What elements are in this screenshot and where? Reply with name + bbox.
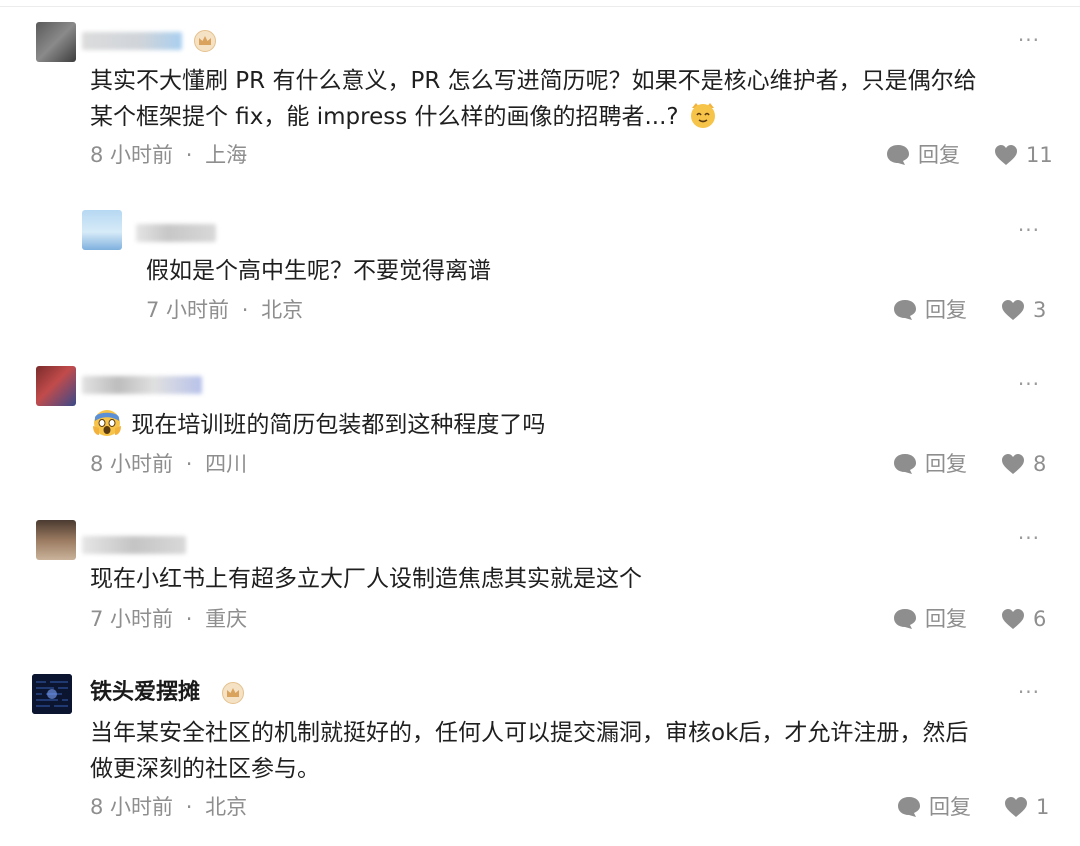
- more-dots-icon[interactable]: ···: [1018, 374, 1040, 394]
- crown-badge-icon: [194, 30, 216, 52]
- separator: ·: [241, 298, 249, 322]
- separator: ·: [185, 452, 193, 476]
- comment-bubble-icon: [894, 609, 916, 629]
- comment-text-span: 现在培训班的简历包装都到这种程度了吗: [131, 412, 546, 438]
- heart-icon: [1002, 454, 1024, 474]
- comment-text: 现在小红书上有超多立大厂人设制造焦虑其实就是这个: [90, 566, 642, 592]
- like-button[interactable]: 3: [1001, 295, 1046, 325]
- comment-text-line2: 做更深刻的社区参与。: [90, 756, 320, 782]
- reply-label: 回复: [925, 298, 967, 322]
- comment-bubble-icon: [898, 797, 920, 817]
- comment-bubble-icon: [894, 300, 916, 320]
- separator: ·: [185, 143, 193, 167]
- username-blurred[interactable]: [82, 32, 182, 50]
- top-divider: [0, 6, 1080, 7]
- avatar[interactable]: [32, 674, 72, 714]
- location: 北京: [261, 298, 304, 322]
- timestamp: 8 小时前: [90, 452, 174, 476]
- location: 上海: [205, 143, 248, 167]
- avatar[interactable]: [82, 210, 122, 250]
- comment-meta: 8 小时前 · 北京: [90, 792, 247, 822]
- more-dots-icon[interactable]: ···: [1018, 220, 1040, 240]
- comment-bubble-icon: [887, 145, 909, 165]
- timestamp: 8 小时前: [90, 795, 174, 819]
- heart-icon: [1002, 609, 1024, 629]
- comment-text: 假如是个高中生呢？不要觉得离谱: [146, 258, 491, 284]
- reply-label: 回复: [925, 452, 967, 476]
- screaming-face-emoji-icon: [93, 410, 121, 436]
- username-blurred[interactable]: [136, 224, 216, 242]
- crown-badge-icon: [222, 682, 244, 704]
- reply-label: 回复: [925, 607, 967, 631]
- more-dots-icon[interactable]: ···: [1018, 30, 1040, 50]
- like-count: 8: [1033, 452, 1047, 476]
- more-dots-icon[interactable]: ···: [1018, 682, 1040, 702]
- more-dots-icon[interactable]: ···: [1018, 528, 1040, 548]
- comment-text: 当年某安全社区的机制就挺好的，任何人可以提交漏洞，审核ok后，才允许注册，然后: [90, 720, 969, 746]
- reply-label: 回复: [929, 795, 971, 819]
- location: 重庆: [205, 607, 248, 631]
- location: 北京: [205, 795, 248, 819]
- username[interactable]: 铁头爱摆摊: [90, 678, 200, 708]
- comment-text-span: 某个框架提个 fix，能 impress 什么样的画像的招聘者...?: [90, 104, 679, 130]
- comment-text: 其实不大懂刷 PR 有什么意义，PR 怎么写进简历呢？如果不是核心维护者，只是偶…: [90, 68, 977, 94]
- avatar[interactable]: [36, 520, 76, 560]
- like-count: 11: [1026, 143, 1053, 167]
- avatar[interactable]: [36, 22, 76, 62]
- reply-button[interactable]: 回复: [886, 140, 960, 170]
- avatar[interactable]: [36, 366, 76, 406]
- comment-text: 现在培训班的简历包装都到这种程度了吗: [90, 406, 545, 444]
- username-blurred[interactable]: [82, 536, 186, 554]
- heart-icon: [1005, 797, 1027, 817]
- reply-button[interactable]: 回复: [897, 792, 971, 822]
- username-blurred[interactable]: [82, 376, 202, 394]
- avatar-image: [32, 674, 72, 714]
- cat-face-emoji-icon: [690, 103, 715, 128]
- reply-button[interactable]: 回复: [893, 604, 967, 634]
- separator: ·: [185, 795, 193, 819]
- like-button[interactable]: 6: [1001, 604, 1046, 634]
- comment-meta: 8 小时前 · 四川: [90, 449, 247, 479]
- like-button[interactable]: 11: [994, 140, 1053, 170]
- timestamp: 7 小时前: [146, 298, 230, 322]
- comment-text-line2: 某个框架提个 fix，能 impress 什么样的画像的招聘者...?: [90, 98, 720, 136]
- timestamp: 8 小时前: [90, 143, 174, 167]
- reply-button[interactable]: 回复: [893, 449, 967, 479]
- like-count: 3: [1033, 298, 1047, 322]
- timestamp: 7 小时前: [90, 607, 174, 631]
- location: 四川: [205, 452, 248, 476]
- reply-button[interactable]: 回复: [893, 295, 967, 325]
- comment-meta: 8 小时前 · 上海: [90, 140, 247, 170]
- comment-bubble-icon: [894, 454, 916, 474]
- comment-meta: 7 小时前 · 北京: [146, 295, 303, 325]
- like-button[interactable]: 8: [1001, 449, 1046, 479]
- like-count: 6: [1033, 607, 1047, 631]
- like-button[interactable]: 1: [1004, 792, 1049, 822]
- separator: ·: [185, 607, 193, 631]
- reply-label: 回复: [918, 143, 960, 167]
- like-count: 1: [1036, 795, 1050, 819]
- heart-icon: [1002, 300, 1024, 320]
- heart-icon: [995, 145, 1017, 165]
- comment-meta: 7 小时前 · 重庆: [90, 604, 247, 634]
